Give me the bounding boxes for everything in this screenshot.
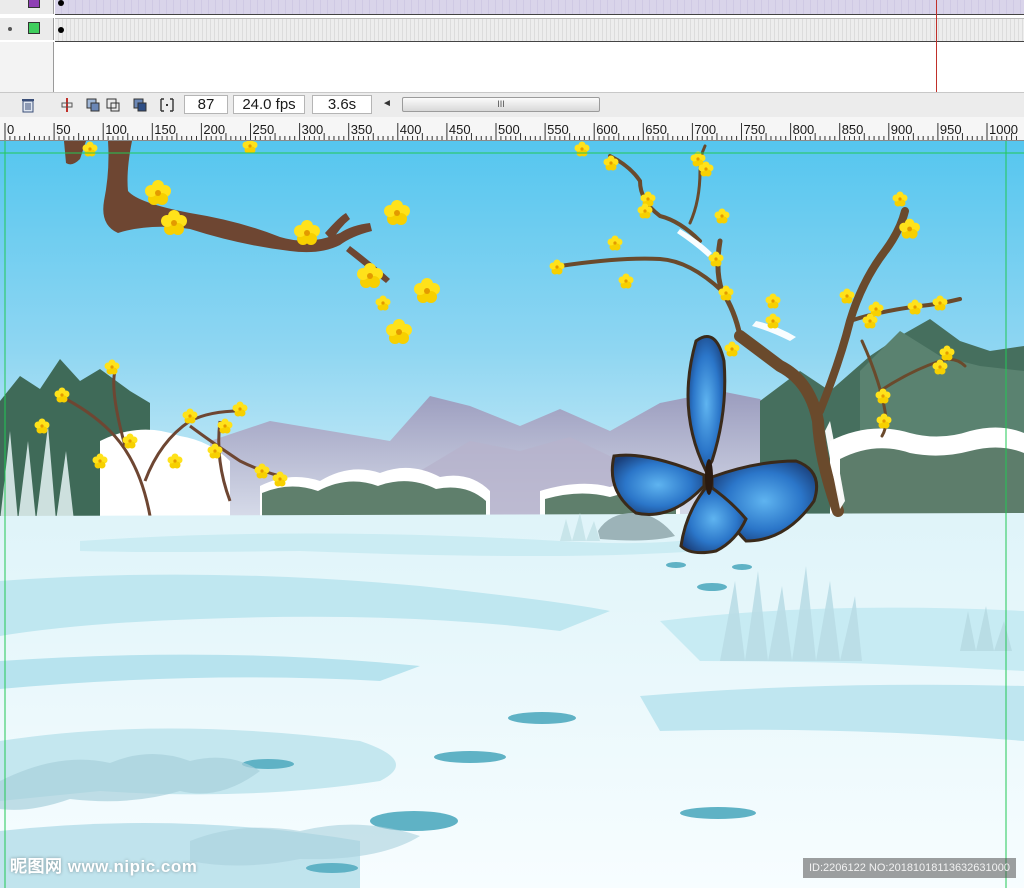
site-watermark: 昵图网 www.nipic.com	[10, 857, 198, 876]
edit-multiple-frames-icon[interactable]	[131, 96, 149, 113]
ruler-tick-label: 700	[694, 122, 716, 137]
layer-controls-empty	[0, 42, 54, 92]
ruler-tick-label: 150	[154, 122, 176, 137]
ruler-tick-label: 800	[793, 122, 815, 137]
ruler-tick-label: 50	[56, 122, 70, 137]
scene-illustration	[0, 141, 1024, 888]
timeline-empty-area[interactable]	[0, 42, 1024, 92]
ruler-tick-label: 950	[940, 122, 962, 137]
current-frame-field[interactable]: 87	[184, 95, 228, 114]
ruler-tick-label: 400	[400, 122, 422, 137]
keyframe-dot[interactable]	[58, 27, 64, 33]
ruler-tick-label: 900	[891, 122, 913, 137]
ruler-tick-label: 750	[744, 122, 766, 137]
onion-skin-outlines-icon[interactable]	[104, 96, 122, 113]
layer-controls	[0, 0, 54, 14]
ruler-tick-label: 1000	[989, 122, 1018, 137]
center-frame-icon[interactable]	[58, 96, 76, 113]
timeline-layer-row[interactable]	[0, 0, 1024, 15]
scroll-left-arrow-icon[interactable]: ◄	[382, 98, 392, 109]
ruler-tick-label: 250	[253, 122, 275, 137]
delete-layer-icon[interactable]	[19, 96, 37, 113]
ruler-tick-label: 200	[203, 122, 225, 137]
timeline-layer-row[interactable]	[0, 18, 1024, 42]
ruler-tick-label: 850	[842, 122, 864, 137]
ruler-tick-label: 600	[596, 122, 618, 137]
horizontal-ruler: 0 50 100 150 200 250 300 350 400 450 500 550 600 650 7…	[0, 117, 1024, 141]
onion-skin-icon[interactable]	[84, 96, 102, 113]
layer-color-swatch[interactable]	[28, 0, 40, 8]
elapsed-time-field[interactable]: 3.6s	[312, 95, 372, 114]
keyframe-dot[interactable]	[58, 0, 64, 6]
timeline-toolbar: 87 24.0 fps 3.6s ◄ III	[0, 92, 1024, 117]
layer-controls	[0, 18, 54, 40]
ruler-tick-label: 450	[449, 122, 471, 137]
modify-onion-markers-icon[interactable]	[158, 96, 176, 113]
layer-frames[interactable]	[55, 0, 1024, 15]
image-id-watermark: ID:2206122 NO:20181018113632631000	[802, 858, 1016, 878]
scroll-thumb[interactable]: III	[402, 97, 600, 112]
layer-frames[interactable]	[55, 18, 1024, 42]
ruler-tick-label: 0	[7, 122, 14, 137]
ruler-tick-label: 100	[105, 122, 127, 137]
ruler-tick-label: 300	[302, 122, 324, 137]
ruler-tick-label: 550	[547, 122, 569, 137]
ruler-tick-label: 500	[498, 122, 520, 137]
frame-rate-field[interactable]: 24.0 fps	[233, 95, 305, 114]
timeline-scrollbar[interactable]: ◄ III	[378, 96, 1018, 113]
ruler-tick-label: 650	[645, 122, 667, 137]
stage-canvas[interactable]	[0, 141, 1024, 888]
ruler-tick-label: 350	[351, 122, 373, 137]
playhead[interactable]	[936, 0, 937, 92]
timeline-panel	[0, 0, 1024, 92]
layer-visibility-dot-icon[interactable]	[8, 27, 12, 31]
layer-color-swatch[interactable]	[28, 22, 40, 34]
